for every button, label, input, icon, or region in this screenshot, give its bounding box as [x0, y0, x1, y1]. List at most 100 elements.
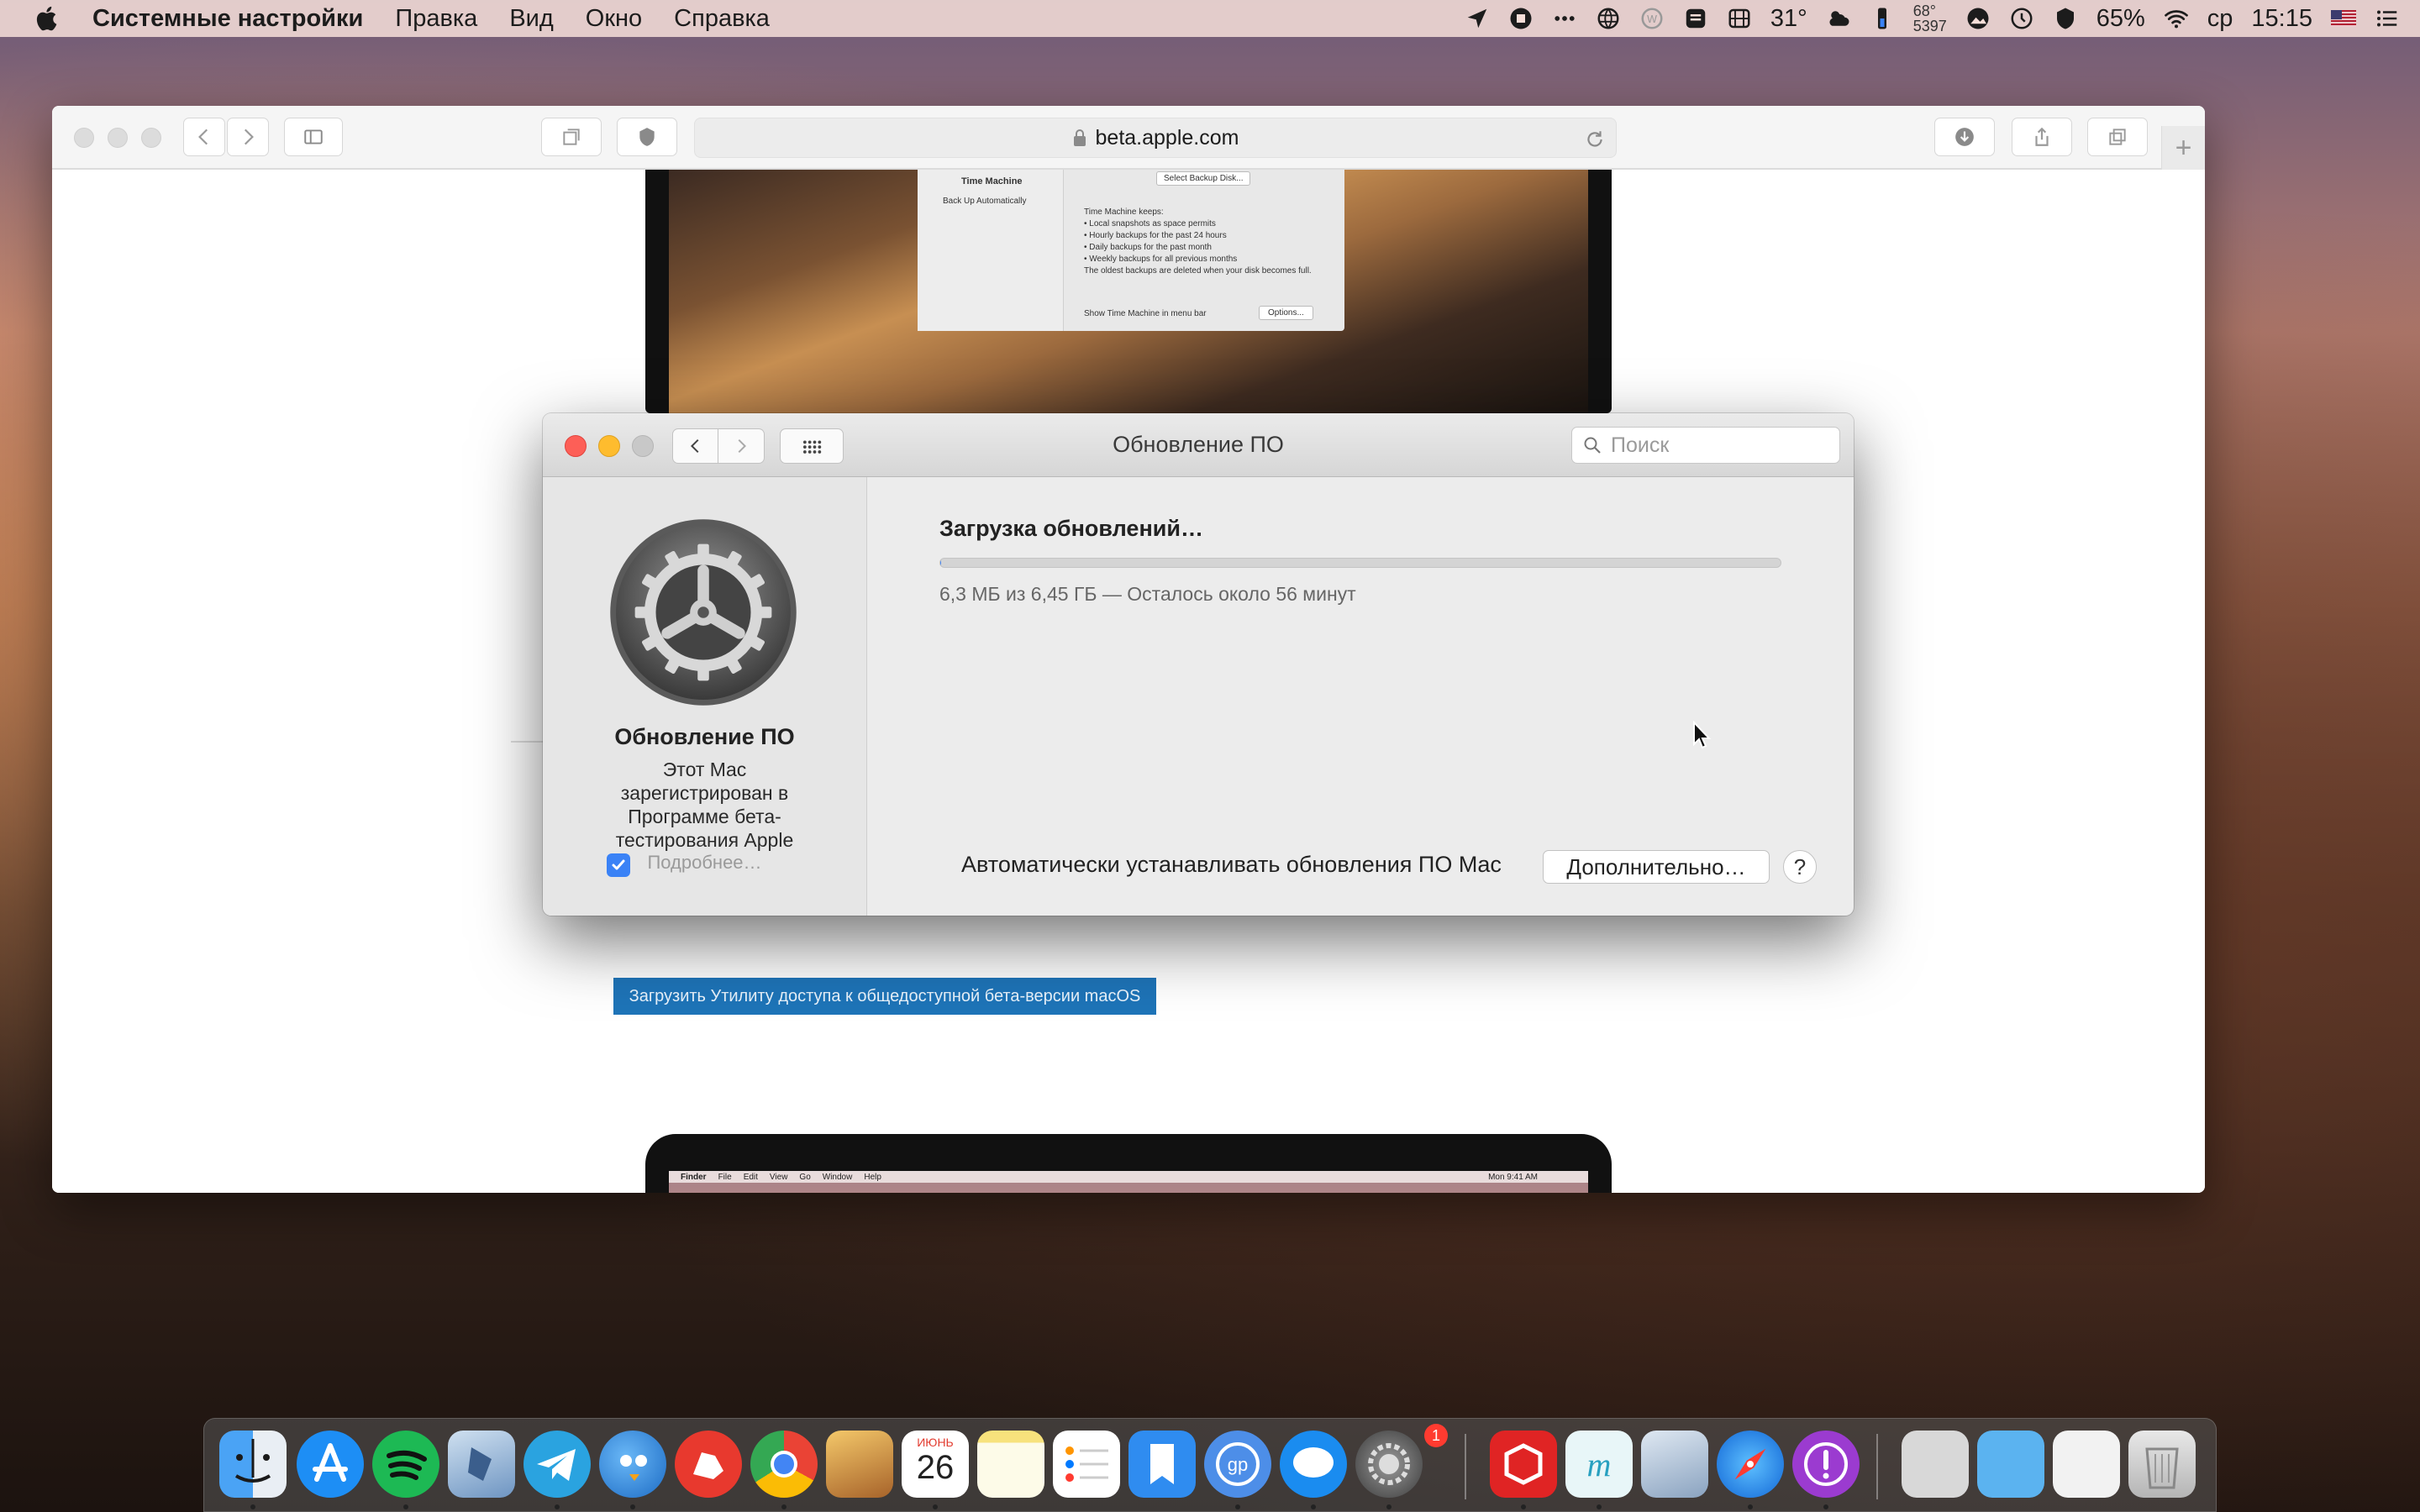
advanced-button[interactable]: Дополнительно…	[1543, 850, 1770, 884]
preview-photo-icon[interactable]	[826, 1431, 893, 1498]
w-extension-icon[interactable]: W	[1639, 6, 1665, 31]
safari-privacy-button[interactable]	[617, 118, 677, 156]
reminders-icon[interactable]	[1053, 1431, 1120, 1498]
menu-help[interactable]: Справка	[674, 5, 770, 33]
safari-sidebar-button[interactable]	[284, 118, 343, 156]
safari-close-button[interactable]	[74, 128, 94, 148]
sidebar-icon	[304, 129, 323, 144]
running-indicator	[555, 1504, 560, 1509]
safari-back-button[interactable]	[183, 118, 225, 156]
system-preferences-icon[interactable]	[1355, 1431, 1423, 1498]
mouse-cursor-icon	[1693, 721, 1712, 749]
safari-zoom-button[interactable]	[141, 128, 161, 148]
calendar-icon[interactable]: ИЮНЬ 26	[902, 1431, 969, 1498]
mini-menu-item: Finder	[681, 1172, 707, 1182]
cpu-widget[interactable]: 68° 5397	[1913, 3, 1947, 34]
widget-line-2: 5397	[1912, 18, 1947, 34]
new-tab-plus-icon[interactable]: +	[2161, 126, 2205, 170]
status-area: W 31° 68° 5397 65% ср 15:15	[1446, 0, 2400, 37]
safari-icon[interactable]	[1717, 1431, 1784, 1498]
photo-app-icon[interactable]	[1965, 6, 1991, 31]
ulysses-icon[interactable]: m	[1565, 1431, 1633, 1498]
documents-stack-icon[interactable]	[1902, 1431, 1969, 1498]
search-icon	[1584, 437, 1601, 454]
time-machine-icon[interactable]	[2009, 6, 2034, 31]
guitar-pro-icon[interactable]: gp	[1204, 1431, 1271, 1498]
lock-icon	[1073, 129, 1086, 146]
trash-icon[interactable]	[2128, 1431, 2196, 1498]
running-indicator	[1386, 1504, 1392, 1509]
running-indicator	[1235, 1504, 1240, 1509]
mini-finder-menubar: Finder File Edit View Go Window Help Mon…	[669, 1171, 1588, 1183]
safari-downloads-button[interactable]	[1934, 118, 1995, 156]
running-indicator	[403, 1504, 408, 1509]
notification-center-icon[interactable]	[2375, 6, 2400, 31]
preview-icon[interactable]	[1641, 1431, 1708, 1498]
learn-more-link[interactable]: Подробнее…	[543, 852, 866, 874]
menu-app-name[interactable]: Системные настройки	[92, 5, 363, 33]
feedback-assistant-icon[interactable]	[1792, 1431, 1860, 1498]
location-arrow-icon[interactable]	[1465, 6, 1490, 31]
auto-update-label[interactable]: Автоматически устанавливать обновления П…	[961, 852, 1502, 878]
tweetbot-icon[interactable]	[599, 1431, 666, 1498]
bear-app-icon[interactable]	[675, 1431, 742, 1498]
safari-minimize-button[interactable]	[108, 128, 128, 148]
address-bar[interactable]: beta.apple.com	[694, 118, 1617, 158]
svg-text:m: m	[1587, 1446, 1612, 1483]
weather-cloud-icon[interactable]	[1826, 6, 1851, 31]
spotify-icon[interactable]	[372, 1431, 439, 1498]
downloads-folder-icon[interactable]	[1977, 1431, 2044, 1498]
mini-menu-item: Edit	[743, 1172, 758, 1182]
tm-sidebar	[918, 170, 1064, 331]
auto-update-checkbox[interactable]	[607, 853, 630, 877]
tm-oldest-note: The oldest backups are deleted when your…	[1084, 266, 1312, 276]
running-indicator	[933, 1504, 938, 1509]
app-store-icon[interactable]	[297, 1431, 364, 1498]
security-shield-icon[interactable]	[2053, 6, 2078, 31]
tab-overview-icon	[2109, 129, 2126, 145]
apple-menu-icon[interactable]	[34, 4, 62, 33]
record-stop-icon[interactable]	[1508, 6, 1534, 31]
help-button[interactable]: ?	[1783, 850, 1817, 884]
telegram-icon[interactable]	[523, 1431, 591, 1498]
messages-icon[interactable]	[1280, 1431, 1347, 1498]
menu-window[interactable]: Окно	[586, 5, 642, 33]
menu-view[interactable]: Вид	[509, 5, 553, 33]
us-flag-icon[interactable]	[2331, 6, 2356, 31]
safari-tabs-button[interactable]	[541, 118, 602, 156]
menu-bar: Системные настройки Правка Вид Окно Спра…	[0, 0, 2420, 37]
chrome-icon[interactable]	[750, 1431, 818, 1498]
running-indicator	[630, 1504, 635, 1509]
keyboard-grid-icon[interactable]	[1727, 6, 1752, 31]
finder-icon[interactable]	[219, 1431, 287, 1498]
chevron-right-icon	[244, 129, 254, 145]
reload-icon[interactable]	[1584, 129, 1606, 150]
running-indicator	[1521, 1504, 1526, 1509]
download-beta-utility-button[interactable]: Загрузить Утилиту доступа к общедоступно…	[613, 978, 1156, 1015]
battery-widget-icon[interactable]	[1870, 6, 1895, 31]
download-progress-bar	[939, 558, 1781, 568]
mail-icon[interactable]	[448, 1431, 515, 1498]
day-of-week[interactable]: ср	[2207, 5, 2233, 33]
checkmark-icon	[612, 859, 625, 870]
notes-icon[interactable]	[977, 1431, 1044, 1498]
safari-share-button[interactable]	[2012, 118, 2072, 156]
battery-percent[interactable]: 65%	[2096, 5, 2145, 33]
menu-edit[interactable]: Правка	[395, 5, 477, 33]
notes-menu-icon[interactable]	[1683, 6, 1708, 31]
sketchup-icon[interactable]	[1490, 1431, 1557, 1498]
time-machine-panel: Time Machine Back Up Automatically Selec…	[918, 170, 1344, 331]
share-icon	[2035, 127, 2049, 146]
safari-forward-button[interactable]	[227, 118, 269, 156]
more-dots-icon[interactable]	[1552, 6, 1577, 31]
books-icon[interactable]	[1128, 1431, 1196, 1498]
download-status-title: Загрузка обновлений…	[939, 516, 1203, 541]
search-field[interactable]: Поиск	[1571, 427, 1840, 464]
vpn-globe-icon[interactable]	[1596, 6, 1621, 31]
running-indicator	[1823, 1504, 1828, 1509]
clock-time[interactable]: 15:15	[2251, 5, 2312, 33]
wifi-icon[interactable]	[2164, 6, 2189, 31]
safari-tab-overview-button[interactable]	[2087, 118, 2148, 156]
mini-menu-item: File	[718, 1172, 732, 1182]
file-stack-icon[interactable]	[2053, 1431, 2120, 1498]
